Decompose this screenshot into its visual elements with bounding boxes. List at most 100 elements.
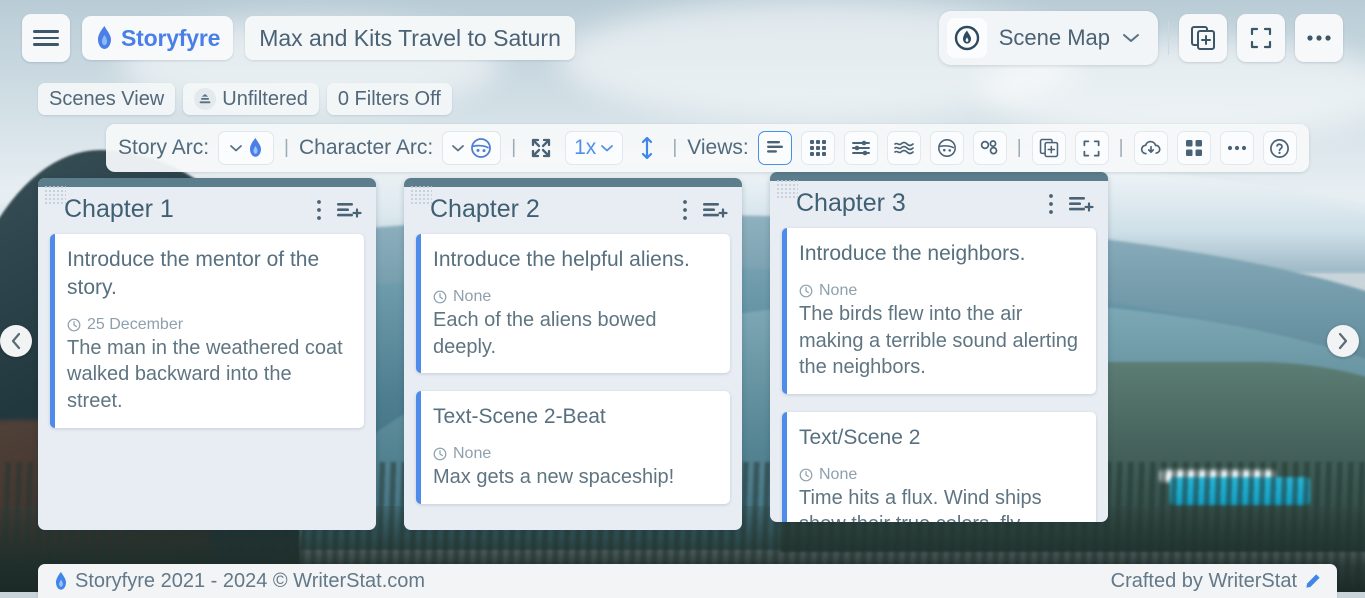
footer-credit-text: Crafted by WriterStat xyxy=(1111,570,1297,593)
add-list-item-icon[interactable] xyxy=(336,200,362,220)
chip-label: Scenes View xyxy=(49,88,164,111)
add-list-item-icon[interactable] xyxy=(1068,194,1094,214)
arrows-vertical-icon xyxy=(640,136,654,160)
chevron-down-icon xyxy=(1122,32,1140,44)
add-page-icon xyxy=(1039,138,1059,158)
clock-icon xyxy=(67,318,81,332)
fullscreen-icon xyxy=(1082,139,1101,158)
divider: | xyxy=(671,137,678,159)
add-list-item-icon[interactable] xyxy=(702,200,728,220)
divider: | xyxy=(283,137,290,159)
character-arc-label: Character Arc: xyxy=(299,136,433,160)
zoom-level-select[interactable]: 1x xyxy=(565,131,623,165)
chip-filters-off[interactable]: 0 Filters Off xyxy=(327,83,452,115)
card-title: Introduce the helpful aliens. xyxy=(433,246,716,274)
view-bubbles-button[interactable] xyxy=(973,131,1007,165)
card-body: The birds flew into the air making a ter… xyxy=(799,301,1082,381)
column-actions xyxy=(316,199,362,221)
chevron-left-icon xyxy=(9,332,23,350)
view-waves-button[interactable] xyxy=(887,131,921,165)
more-options-button[interactable] xyxy=(1295,14,1343,62)
story-arc-label: Story Arc: xyxy=(118,136,209,160)
waves-icon xyxy=(893,139,915,157)
brand-logo[interactable]: Storyfyre xyxy=(82,16,233,60)
character-arc-select[interactable] xyxy=(442,131,501,165)
face-circle-icon xyxy=(937,138,957,158)
column-header: Chapter 3 xyxy=(770,181,1108,228)
vertical-resize-button[interactable] xyxy=(632,133,662,163)
hamburger-icon xyxy=(33,43,59,46)
footer-credit[interactable]: Crafted by WriterStat xyxy=(1111,570,1321,593)
prev-columns-button[interactable] xyxy=(0,325,32,357)
ellipsis-icon xyxy=(1306,34,1332,42)
chip-scenes-view[interactable]: Scenes View xyxy=(38,83,175,115)
board-column-chapter-3[interactable]: Chapter 3 Introd xyxy=(770,172,1108,522)
story-arc-select[interactable] xyxy=(218,131,274,165)
divider: | xyxy=(510,137,517,159)
expand-button[interactable] xyxy=(526,133,556,163)
flame-icon xyxy=(248,138,263,158)
scene-board: Chapter 1 Introd xyxy=(38,178,1108,530)
add-page-button[interactable] xyxy=(1179,14,1227,62)
clock-icon xyxy=(433,447,447,461)
column-title: Chapter 3 xyxy=(784,189,906,218)
drag-dots-icon[interactable] xyxy=(776,179,798,199)
card-title: Text-Scene 2-Beat xyxy=(433,403,716,431)
scene-card[interactable]: Introduce the neighbors. None The birds … xyxy=(782,228,1096,394)
sliders-icon xyxy=(851,139,871,157)
kebab-menu-icon[interactable] xyxy=(316,199,322,221)
column-top-bar xyxy=(38,178,376,187)
clock-icon xyxy=(799,284,813,298)
view-sliders-button[interactable] xyxy=(844,131,878,165)
chevron-down-icon xyxy=(451,144,465,153)
card-meta: None xyxy=(799,466,1082,484)
toolbar-more-options-button[interactable] xyxy=(1220,131,1254,165)
toolbar-fullscreen-button[interactable] xyxy=(1075,131,1109,165)
board-column-chapter-2[interactable]: Chapter 2 Introd xyxy=(404,178,742,530)
view-character-button[interactable] xyxy=(930,131,964,165)
column-header: Chapter 2 xyxy=(404,187,742,234)
kebab-menu-icon[interactable] xyxy=(682,199,688,221)
card-body: The man in the weathered coat walked bac… xyxy=(67,335,350,415)
footer-bar: Storyfyre 2021 - 2024 © WriterStat.com C… xyxy=(38,564,1337,598)
card-body: Each of the aliens bowed deeply. xyxy=(433,307,716,360)
footer-copyright: Storyfyre 2021 - 2024 © WriterStat.com xyxy=(54,570,425,593)
column-cards: Introduce the neighbors. None The birds … xyxy=(770,228,1108,522)
next-columns-button[interactable] xyxy=(1327,325,1359,357)
view-list-button[interactable] xyxy=(758,131,792,165)
scene-card[interactable]: Text/Scene 2 None Time hits a flux. Wind… xyxy=(782,412,1096,522)
help-button[interactable] xyxy=(1263,131,1297,165)
scene-card[interactable]: Introduce the helpful aliens. None Each … xyxy=(416,234,730,373)
card-title: Introduce the neighbors. xyxy=(799,240,1082,268)
pencil-icon[interactable] xyxy=(1304,573,1321,590)
toolbar-add-page-button[interactable] xyxy=(1032,131,1066,165)
drag-dots-icon[interactable] xyxy=(44,185,66,205)
board-column-chapter-1[interactable]: Chapter 1 Introd xyxy=(38,178,376,530)
zoom-level-label: 1x xyxy=(574,136,596,160)
top-bar: Storyfyre Max and Kits Travel to Saturn … xyxy=(0,0,1365,76)
brand-name: Storyfyre xyxy=(121,25,220,52)
apps-grid-button[interactable] xyxy=(1177,131,1211,165)
align-left-icon xyxy=(765,139,785,157)
column-top-bar xyxy=(770,172,1108,181)
drag-dots-icon[interactable] xyxy=(410,185,432,205)
apps-grid-icon xyxy=(1185,139,1203,157)
fullscreen-icon xyxy=(1249,26,1273,50)
chip-unfiltered[interactable]: Unfiltered xyxy=(183,83,319,115)
column-top-bar xyxy=(404,178,742,187)
hamburger-icon xyxy=(33,37,59,40)
scene-card[interactable]: Introduce the mentor of the story. 25 De… xyxy=(50,234,364,428)
ellipsis-icon xyxy=(1227,145,1247,151)
scene-map-label: Scene Map xyxy=(999,25,1110,51)
fullscreen-button[interactable] xyxy=(1237,14,1285,62)
kebab-menu-icon[interactable] xyxy=(1048,193,1054,215)
menu-button[interactable] xyxy=(22,14,70,62)
scene-card[interactable]: Text-Scene 2-Beat None Max gets a new sp… xyxy=(416,391,730,504)
hamburger-icon xyxy=(33,30,59,33)
view-grid-button[interactable] xyxy=(801,131,835,165)
column-cards: Introduce the helpful aliens. None Each … xyxy=(404,234,742,518)
cloud-download-button[interactable] xyxy=(1134,131,1168,165)
chip-label: 0 Filters Off xyxy=(338,88,441,111)
project-title[interactable]: Max and Kits Travel to Saturn xyxy=(245,16,575,60)
scene-map-selector[interactable]: Scene Map xyxy=(939,11,1158,65)
